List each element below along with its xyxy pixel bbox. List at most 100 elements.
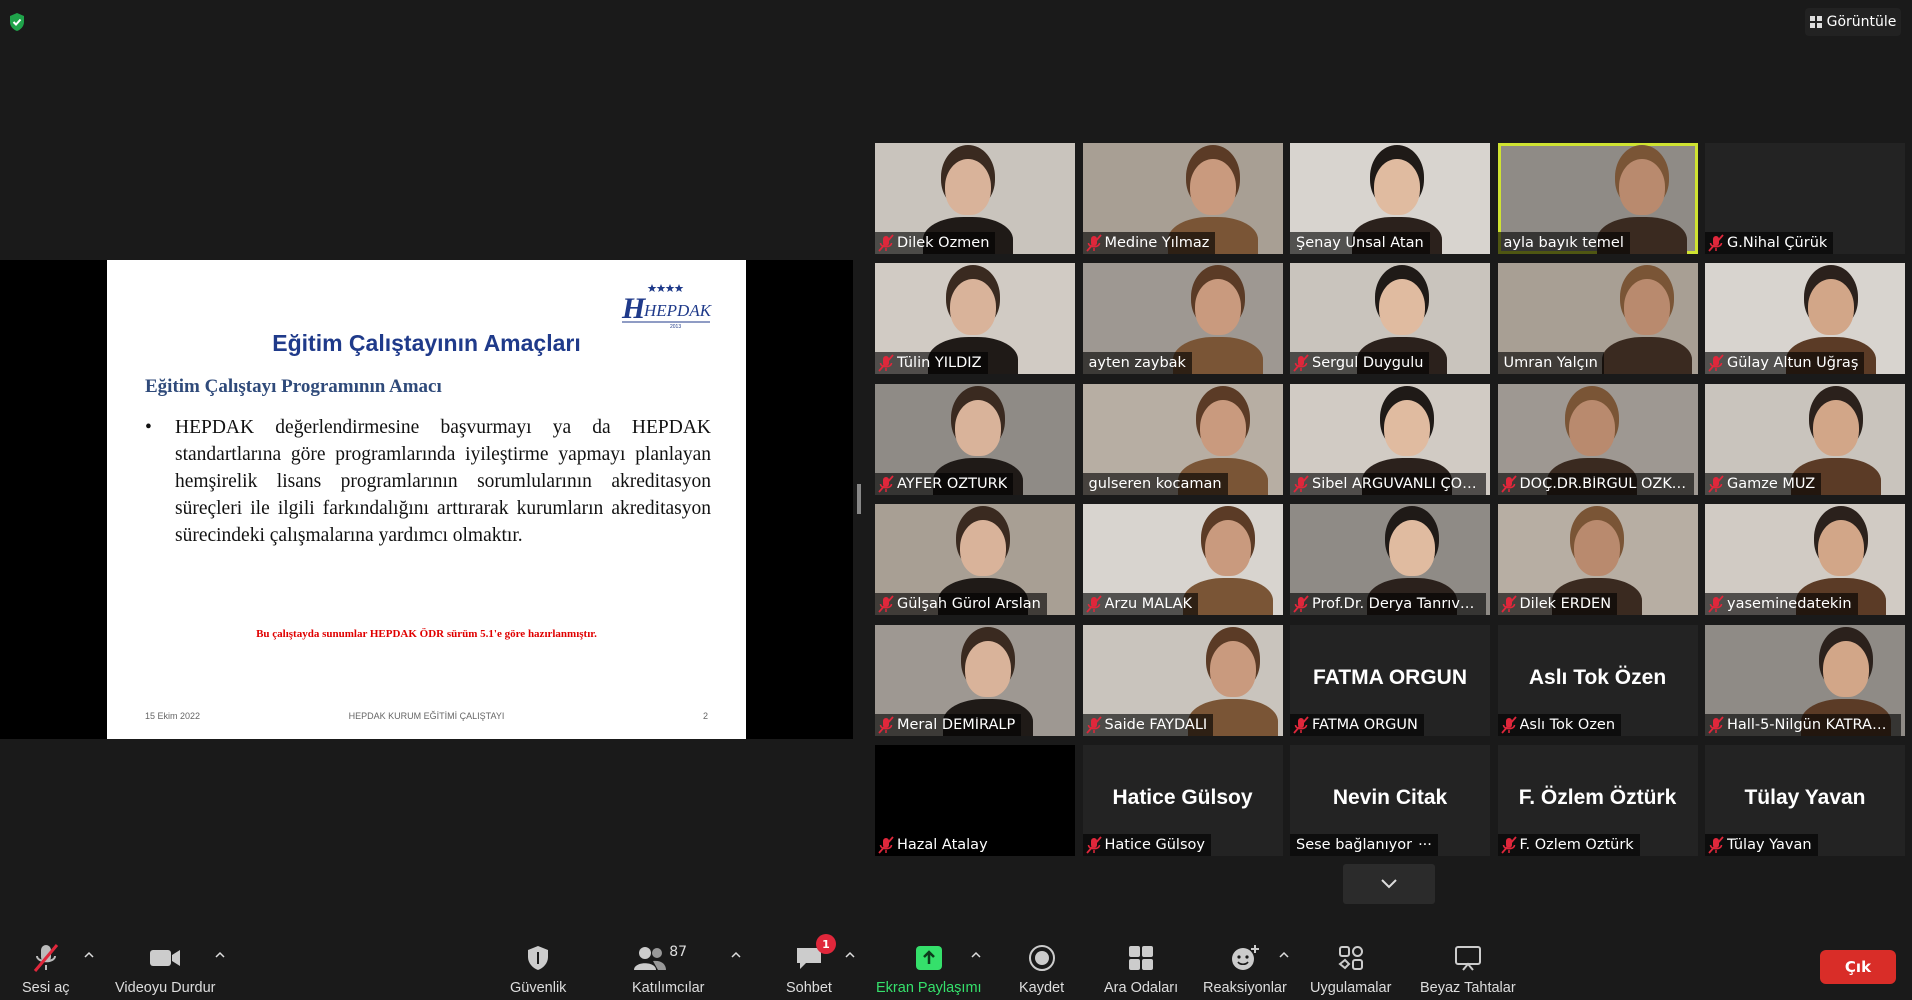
participant-tile[interactable]: Sergul Duygulu	[1290, 263, 1490, 375]
slide-title: Eğitim Çalıştayının Amaçları	[272, 330, 581, 356]
unmute-button[interactable]: Sesi aç	[22, 942, 70, 996]
video-options-caret-icon[interactable]	[213, 948, 227, 962]
participant-video-face	[1189, 159, 1236, 215]
participant-tile[interactable]: Saide FAYDALI	[1082, 624, 1283, 736]
muted-mic-icon	[1500, 595, 1517, 613]
participants-options-caret-icon[interactable]	[729, 948, 743, 962]
share-screen-button[interactable]: Ekran Paylaşımı	[876, 942, 982, 996]
security-button[interactable]: Güvenlik	[510, 942, 566, 996]
participant-tile[interactable]: Dilek ERDEN	[1497, 504, 1698, 616]
leave-button[interactable]: Çık	[1820, 950, 1896, 984]
participant-name: Sibel ARGUVANLI ÇOB...	[1312, 475, 1480, 492]
participant-display-name: F. Özlem Öztürk	[1518, 786, 1677, 809]
participant-name: AYFER ÖZTÜRK	[897, 475, 1008, 492]
participant-name: Meral DEMİRALP	[897, 716, 1016, 733]
participant-tile[interactable]: Dilek Özmen	[875, 143, 1075, 254]
participant-name: Dilek Özmen	[897, 235, 990, 251]
reactions-options-caret-icon[interactable]	[1277, 948, 1291, 962]
participant-video-face	[1813, 399, 1859, 456]
participant-tile[interactable]: Prof.Dr. Derya Tanrıver...	[1290, 504, 1490, 616]
participant-name-tag: Arzu MALAK	[1082, 593, 1199, 616]
apps-button[interactable]: Uygulamalar	[1310, 942, 1391, 996]
participant-name: FATMA ORGUN	[1312, 716, 1418, 733]
participant-name-tag: Hazal Atalay	[875, 834, 994, 856]
reactions-button[interactable]: Reaksiyonlar	[1203, 942, 1287, 996]
chat-options-caret-icon[interactable]	[843, 948, 857, 962]
muted-mic-icon	[1293, 475, 1309, 493]
share-options-caret-icon[interactable]	[969, 948, 983, 962]
muted-mic-icon	[878, 836, 894, 854]
participant-display-name: Tülay Yavan	[1744, 786, 1866, 809]
participant-name-tag: Sergul Duygulu	[1290, 352, 1430, 375]
participant-tile[interactable]: Ümran Yalçın	[1497, 263, 1698, 375]
chat-button[interactable]: 1 Sohbet	[786, 934, 836, 996]
participant-name-tag: yaseminedatekin	[1705, 593, 1858, 616]
participant-name-tag: Gülşah Gürol Arslan	[875, 593, 1047, 616]
svg-text:2013: 2013	[670, 324, 681, 328]
expand-gallery-button[interactable]	[1343, 864, 1435, 904]
participant-tile[interactable]: Gamze MUZ	[1705, 383, 1905, 495]
participants-label: Katılımcılar	[632, 980, 705, 996]
participant-tile[interactable]: FATMA ORGUN FATMA ORGUN	[1290, 624, 1490, 736]
chat-unread-badge: 1	[815, 934, 836, 954]
muted-mic-icon	[1708, 716, 1724, 734]
record-button[interactable]: Kaydet	[1019, 942, 1064, 996]
participant-tile[interactable]: Medine Yılmaz	[1082, 143, 1283, 254]
participant-video-face	[1618, 159, 1665, 215]
participant-name: G.Nihal Çürük	[1727, 235, 1828, 251]
participant-video-face	[1199, 399, 1246, 456]
muted-mic-icon	[1085, 234, 1102, 252]
participant-tile[interactable]: yaseminedatekin	[1705, 504, 1905, 616]
slide-footer-page: 2	[702, 711, 708, 721]
view-button[interactable]: Görüntüle	[1805, 8, 1901, 36]
participant-tile[interactable]: DOÇ.DR.BİRGÜL ÖZKA...	[1497, 383, 1698, 495]
participant-name-tag: Sese bağlanıyor ···	[1290, 834, 1438, 856]
participant-name-tag: G.Nihal Çürük	[1705, 232, 1834, 254]
participant-tile[interactable]: Arzu MALAK	[1082, 504, 1283, 616]
whiteboards-button[interactable]: Beyaz Tahtalar	[1420, 942, 1516, 996]
participant-tile[interactable]: ayla bayık temel	[1497, 143, 1698, 254]
participant-tile[interactable]: F. Özlem Öztürk F. Özlem Öztürk	[1497, 745, 1698, 856]
participant-tile[interactable]: Gülay Altun Uğraş	[1705, 263, 1905, 375]
participant-tile[interactable]: Hazal Atalay	[875, 745, 1075, 856]
muted-mic-icon	[1708, 595, 1724, 613]
participant-tile[interactable]: Aslı Tok Özen Aslı Tok Özen	[1497, 624, 1698, 736]
muted-microphone-icon	[33, 944, 58, 972]
participant-tile[interactable]: Gülşah Gürol Arslan	[875, 504, 1075, 616]
participant-display-name: Nevin Citak	[1332, 786, 1448, 809]
participant-name: Sergul Duygulu	[1312, 355, 1424, 372]
participant-tile[interactable]: gulseren kocaman	[1082, 383, 1283, 495]
view-label: Görüntüle	[1826, 14, 1897, 30]
participant-tile[interactable]: Hatice Gülsoy Hatice Gülsoy	[1082, 745, 1283, 856]
participant-tile[interactable]: Meral DEMİRALP	[875, 624, 1075, 736]
participant-video-face	[960, 520, 1006, 577]
participants-button[interactable]: 87 Katılımcılar	[632, 942, 705, 996]
audio-options-caret-icon[interactable]	[82, 948, 96, 962]
muted-mic-icon	[1085, 836, 1102, 854]
participant-tile[interactable]: Nevin Citak Sese bağlanıyor ···	[1290, 745, 1490, 856]
participant-tile[interactable]: Hall-5-Nilgün KATRAN...	[1705, 624, 1905, 736]
security-shield-icon	[10, 13, 24, 31]
participant-name-tag: Hatice Gülsoy	[1082, 834, 1211, 856]
participant-video-face	[1204, 520, 1251, 577]
participant-video-face	[1379, 279, 1425, 336]
breakout-rooms-button[interactable]: Ara Odaları	[1104, 942, 1178, 996]
split-drag-handle[interactable]	[857, 484, 861, 514]
participant-tile[interactable]: Tülin YILDIZ	[875, 263, 1075, 375]
participant-name-tag: Aslı Tok Özen	[1497, 713, 1622, 736]
stop-video-label: Videoyu Durdur	[115, 980, 216, 996]
muted-mic-icon	[878, 234, 894, 252]
grid-view-icon	[1809, 16, 1822, 28]
whiteboard-icon	[1454, 946, 1481, 971]
participant-video-face	[1818, 520, 1864, 577]
participant-tile[interactable]: G.Nihal Çürük	[1705, 143, 1905, 254]
muted-mic-icon	[878, 354, 894, 372]
participant-tile[interactable]: Sibel ARGUVANLI ÇOB...	[1290, 383, 1490, 495]
stop-video-button[interactable]: Videoyu Durdur	[115, 942, 216, 996]
participant-tile[interactable]: ayten zaybak	[1082, 263, 1283, 375]
participant-tile[interactable]: Tülay Yavan Tülay Yavan	[1705, 745, 1905, 856]
participant-name-tag: Tülay Yavan	[1705, 834, 1818, 856]
muted-mic-icon	[1500, 836, 1517, 854]
participant-tile[interactable]: Şenay Ünsal Atan	[1290, 143, 1490, 254]
participant-tile[interactable]: AYFER ÖZTÜRK	[875, 383, 1075, 495]
